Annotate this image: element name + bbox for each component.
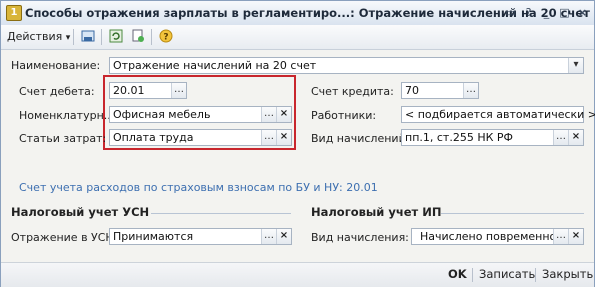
- actions-menu-button[interactable]: Действия ▾: [7, 28, 70, 46]
- toolbar: Действия ▾ ?: [1, 25, 594, 50]
- clear-icon[interactable]: ×: [568, 130, 583, 145]
- button-bar: OK Записать Закрыть: [1, 262, 594, 287]
- actions-label: Действия: [7, 30, 63, 43]
- help-icon[interactable]: ?: [521, 5, 536, 20]
- ip-accrual-field[interactable]: Начислено повременно … ×: [411, 228, 584, 245]
- copy-icon[interactable]: [129, 28, 147, 46]
- dropdown-button[interactable]: ▾: [568, 58, 583, 73]
- credit-value: 70: [405, 84, 419, 97]
- close-button[interactable]: Закрыть: [542, 267, 593, 281]
- insurance-account-note: Счет учета расходов по страховым взносам…: [19, 181, 378, 194]
- save-icon[interactable]: [79, 28, 97, 46]
- debit-value: 20.01: [113, 84, 145, 97]
- clear-icon[interactable]: ×: [276, 107, 291, 122]
- name-label: Наименование:: [11, 59, 101, 72]
- refresh-icon[interactable]: [107, 28, 125, 46]
- section-divider: [151, 213, 291, 214]
- app-icon: 1: [6, 5, 22, 21]
- cost-value: Оплата труда: [113, 131, 194, 144]
- clear-icon[interactable]: ×: [276, 130, 291, 145]
- toolbar-divider: [73, 29, 74, 45]
- usn-reflection-label: Отражение в УСН:: [11, 231, 118, 244]
- clear-icon[interactable]: ×: [568, 229, 583, 244]
- ip-accrual-value: Начислено повременно: [420, 230, 557, 243]
- select-button[interactable]: …: [261, 130, 276, 145]
- nomenclature-value: Офисная мебель: [113, 108, 211, 121]
- nomenclature-label: Номенклатурн...: [19, 109, 115, 122]
- name-value: Отражение начислений на 20 счет: [113, 59, 317, 72]
- chevron-down-icon: ▾: [65, 33, 71, 43]
- accrual-type-value: пп.1, ст.255 НК РФ: [405, 131, 513, 144]
- select-button[interactable]: …: [261, 107, 276, 122]
- ip-accrual-label: Вид начисления:: [311, 231, 409, 244]
- select-button[interactable]: …: [261, 229, 276, 244]
- button-divider: [472, 268, 473, 282]
- debit-account-field[interactable]: 20.01 …: [109, 82, 187, 99]
- ok-button[interactable]: OK: [448, 267, 467, 281]
- select-button[interactable]: …: [553, 229, 568, 244]
- maximize-icon[interactable]: □: [557, 5, 572, 20]
- select-button[interactable]: …: [553, 130, 568, 145]
- workers-value: < подбирается автоматически >: [405, 108, 595, 121]
- workers-label: Работники:: [311, 109, 377, 122]
- title-bar: 1 Способы отражения зарплаты в регламент…: [1, 1, 594, 26]
- ip-section-title: Налоговый учет ИП: [311, 205, 442, 219]
- accrual-type-field[interactable]: пп.1, ст.255 НК РФ … ×: [401, 129, 584, 146]
- cost-label: Статьи затрат:: [19, 132, 107, 145]
- svg-text:?: ?: [163, 33, 168, 43]
- cost-item-field[interactable]: Оплата труда … ×: [109, 129, 292, 146]
- credit-account-field[interactable]: 70 …: [401, 82, 479, 99]
- usn-section-title: Налоговый учет УСН: [11, 205, 150, 219]
- usn-reflection-field[interactable]: Принимаются … ×: [109, 228, 292, 245]
- select-button[interactable]: …: [463, 83, 478, 98]
- select-button[interactable]: …: [171, 83, 186, 98]
- button-divider: [535, 268, 536, 282]
- write-button[interactable]: Записать: [479, 267, 535, 281]
- restore-icon[interactable]: ▭: [503, 5, 518, 20]
- clear-icon[interactable]: ×: [276, 229, 291, 244]
- nomenclature-field[interactable]: Офисная мебель … ×: [109, 106, 292, 123]
- toolbar-divider: [101, 29, 102, 45]
- workers-field[interactable]: < подбирается автоматически >: [401, 106, 595, 123]
- credit-label: Счет кредита:: [311, 85, 394, 98]
- close-icon[interactable]: ×: [575, 5, 590, 20]
- dialog-window: 1 Способы отражения зарплаты в регламент…: [0, 0, 595, 287]
- debit-label: Счет дебета:: [19, 85, 95, 98]
- toolbar-divider: [151, 29, 152, 45]
- section-divider: [441, 213, 584, 214]
- usn-reflection-value: Принимаются: [113, 230, 194, 243]
- minimize-icon[interactable]: _: [539, 5, 554, 20]
- name-field[interactable]: Отражение начислений на 20 счет ▾: [109, 57, 584, 74]
- accrual-type-label: Вид начислений:: [311, 132, 410, 145]
- help-icon[interactable]: ?: [157, 28, 175, 46]
